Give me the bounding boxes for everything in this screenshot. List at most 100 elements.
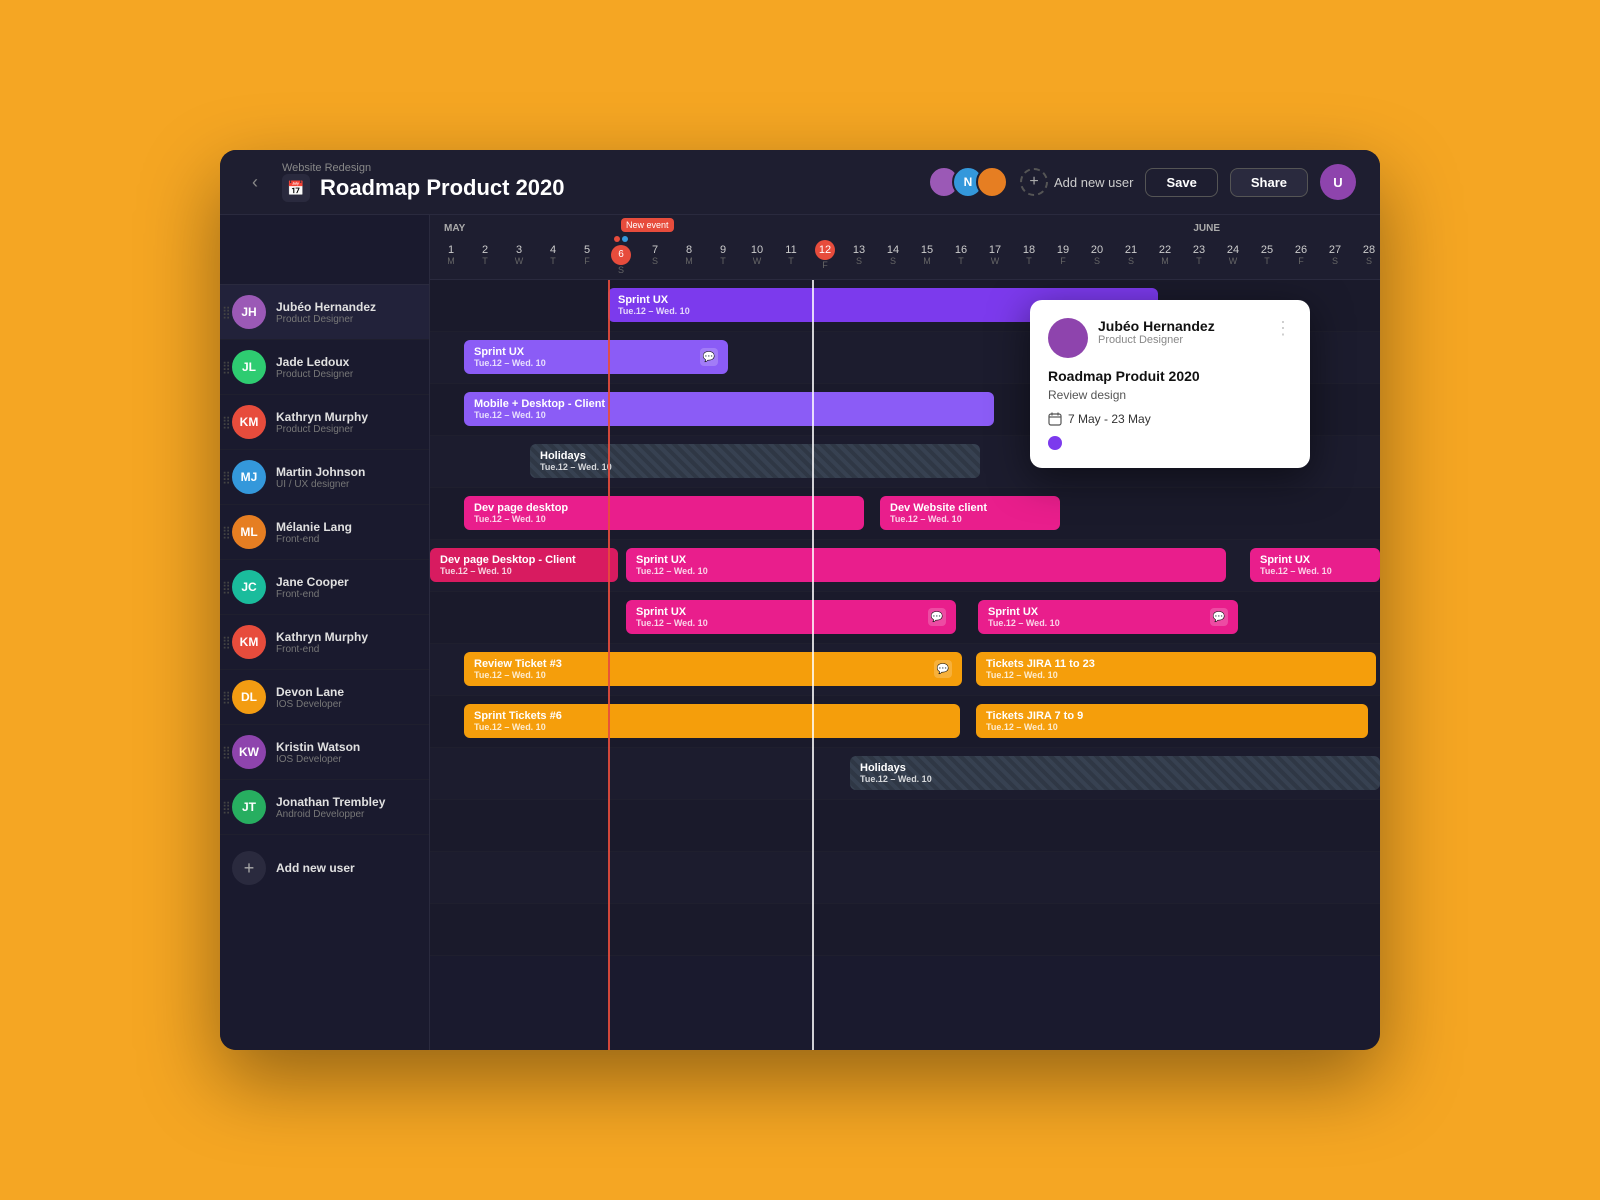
drag-handle-icon: ⣿ (222, 635, 231, 649)
sidebar-user-jade[interactable]: ⣿ JL Jade Ledoux Product Designer (220, 340, 429, 395)
user-role-kathryn1: Product Designer (276, 424, 417, 435)
popup-avatar (1048, 318, 1088, 358)
sidebar-user-kristin[interactable]: ⣿ KW Kristin Watson IOS Developer (220, 725, 429, 780)
drag-handle-icon: ⣿ (222, 690, 231, 704)
user-info-jubeo: Jubéo Hernandez Product Designer (276, 300, 417, 325)
drag-handle-icon: ⣿ (222, 360, 231, 374)
day-14: 14S (876, 244, 910, 266)
avatar-3 (976, 166, 1008, 198)
task-bar-review-ticket-3[interactable]: Review Ticket #3 Tue.12 – Wed. 10 💬 (464, 652, 962, 686)
sidebar-user-devon[interactable]: ⣿ DL Devon Lane IOS Developer (220, 670, 429, 725)
task-bar-tickets-jira-11-23[interactable]: Tickets JIRA 11 to 23 Tue.12 – Wed. 10 (976, 652, 1376, 686)
avatar-jubeo: JH (232, 295, 266, 329)
sidebar-user-jubeo[interactable]: ⣿ JH Jubéo Hernandez Product Designer (220, 285, 429, 340)
add-user-sidebar-button[interactable]: + Add new user (220, 839, 429, 897)
sidebar-user-jane[interactable]: ⣿ JC Jane Cooper Front-end (220, 560, 429, 615)
month-may: MAY (436, 223, 465, 234)
day-20: 20S (1080, 244, 1114, 266)
chat-icon-2: 💬 (928, 608, 946, 626)
current-date-line (608, 280, 610, 1051)
day-18: 18T (1012, 244, 1046, 266)
days-row: 1M 2T 3W 4T 5F 6 S New event 7S 8M 9T 10… (430, 236, 1380, 275)
user-info-jane: Jane Cooper Front-end (276, 575, 417, 600)
task-detail-popup: Jubéo Hernandez Product Designer ⋮ Roadm… (1030, 300, 1310, 468)
save-button[interactable]: Save (1145, 168, 1217, 197)
timeline-header: MAY JUNE 1M 2T 3W 4T 5F 6 S New event (430, 215, 1380, 280)
day-3: 3W (502, 244, 536, 266)
task-bar-dev-page-desktop-client[interactable]: Dev page Desktop - Client Tue.12 – Wed. … (430, 548, 618, 582)
popup-date-row: 7 May - 23 May (1048, 412, 1292, 426)
day-22: 22M (1148, 244, 1182, 266)
gantt-row-10: Holidays Tue.12 – Wed. 10 (430, 748, 1380, 800)
user-info-melanie: Mélanie Lang Front-end (276, 520, 417, 545)
gantt-row-6: Dev page Desktop - Client Tue.12 – Wed. … (430, 540, 1380, 592)
task-bar-sprint-ux-k1[interactable]: Sprint UX Tue.12 – Wed. 10 💬 (626, 600, 956, 634)
user-name-jubeo: Jubéo Hernandez (276, 300, 417, 314)
popup-more-button[interactable]: ⋮ (1274, 318, 1292, 339)
drag-handle-icon: ⣿ (222, 525, 231, 539)
collaborators-avatars: N (928, 166, 1008, 198)
popup-dot (1048, 436, 1062, 450)
day-12: 12 F (808, 240, 842, 270)
popup-date: 7 May - 23 May (1068, 412, 1151, 426)
header-right: N + Add new user Save Share U (928, 164, 1356, 200)
user-role-martin: UI / UX designer (276, 479, 417, 490)
day-2: 2T (468, 244, 502, 266)
avatar-kathryn1: KM (232, 405, 266, 439)
drag-handle-icon: ⣿ (222, 470, 231, 484)
add-avatar-icon: + (232, 851, 266, 885)
main-body: ⣿ JH Jubéo Hernandez Product Designer ⣿ … (220, 215, 1380, 1050)
user-info-jonathan: Jonathan Trembley Android Developper (276, 795, 417, 820)
popup-user-role: Product Designer (1098, 334, 1264, 346)
task-bar-tickets-jira-7-9[interactable]: Tickets JIRA 7 to 9 Tue.12 – Wed. 10 (976, 704, 1368, 738)
sidebar-user-melanie[interactable]: ⣿ ML Mélanie Lang Front-end (220, 505, 429, 560)
task-bar-dev-website-client[interactable]: Dev Website client Tue.12 – Wed. 10 (880, 496, 1060, 530)
day-7: 7S (638, 244, 672, 266)
timeline-area: MAY JUNE 1M 2T 3W 4T 5F 6 S New event (430, 215, 1380, 1050)
day-6: 6 S New event (604, 236, 638, 275)
gantt-row-12 (430, 852, 1380, 904)
task-bar-sprint-ux-jane[interactable]: Sprint UX Tue.12 – Wed. 10 (626, 548, 1226, 582)
user-role-devon: IOS Developer (276, 699, 417, 710)
user-name-jonathan: Jonathan Trembley (276, 795, 417, 809)
task-bar-dev-page-desktop[interactable]: Dev page desktop Tue.12 – Wed. 10 (464, 496, 864, 530)
day-1: 1M (434, 244, 468, 266)
add-new-user-button[interactable]: + Add new user (1020, 168, 1134, 196)
task-bar-sprint-tickets-6[interactable]: Sprint Tickets #6 Tue.12 – Wed. 10 (464, 704, 960, 738)
avatar-jade: JL (232, 350, 266, 384)
day-23: 23T (1182, 244, 1216, 266)
user-name-kathryn1: Kathryn Murphy (276, 410, 417, 424)
sidebar-user-jonathan[interactable]: ⣿ JT Jonathan Trembley Android Developpe… (220, 780, 429, 835)
avatar-devon: DL (232, 680, 266, 714)
gantt-row-13 (430, 904, 1380, 956)
back-button[interactable]: ‹ (244, 168, 266, 197)
task-bar-mobile-desktop[interactable]: Mobile + Desktop - Client Tue.12 – Wed. … (464, 392, 994, 426)
gantt-body: Sprint UX Tue.12 – Wed. 10 Sprint UX Tue… (430, 280, 1380, 1051)
header-left: Website Redesign 📅 Roadmap Product 2020 (282, 162, 565, 202)
user-role-kathryn2: Front-end (276, 644, 417, 655)
task-bar-sprint-ux-k2[interactable]: Sprint UX Tue.12 – Wed. 10 💬 (978, 600, 1238, 634)
gantt-row-11 (430, 800, 1380, 852)
task-bar-sprint-ux-jane-right[interactable]: Sprint UX Tue.12 – Wed. 10 (1250, 548, 1380, 582)
user-info-kristin: Kristin Watson IOS Developer (276, 740, 417, 765)
user-info-devon: Devon Lane IOS Developer (276, 685, 417, 710)
sidebar-user-martin[interactable]: ⣿ MJ Martin Johnson UI / UX designer (220, 450, 429, 505)
day-28: 28S (1352, 244, 1380, 266)
sidebar-user-kathryn1[interactable]: ⣿ KM Kathryn Murphy Product Designer (220, 395, 429, 450)
user-role-jubeo: Product Designer (276, 314, 417, 325)
title-row: 📅 Roadmap Product 2020 (282, 174, 565, 202)
user-name-jane: Jane Cooper (276, 575, 417, 589)
avatar-jane: JC (232, 570, 266, 604)
task-bar-holidays-1[interactable]: Holidays Tue.12 – Wed. 10 (530, 444, 980, 478)
task-bar-holidays-jonathan[interactable]: Holidays Tue.12 – Wed. 10 (850, 756, 1380, 790)
day-17: 17W (978, 244, 1012, 266)
task-bar-sprint-ux-2[interactable]: Sprint UX Tue.12 – Wed. 10 💬 (464, 340, 728, 374)
share-button[interactable]: Share (1230, 168, 1308, 197)
day-11: 11T (774, 244, 808, 266)
day-21: 21S (1114, 244, 1148, 266)
popup-task: Review design (1048, 388, 1292, 402)
page-title: Roadmap Product 2020 (320, 175, 565, 201)
sidebar-user-kathryn2[interactable]: ⣿ KM Kathryn Murphy Front-end (220, 615, 429, 670)
current-user-avatar[interactable]: U (1320, 164, 1356, 200)
avatar-melanie: ML (232, 515, 266, 549)
